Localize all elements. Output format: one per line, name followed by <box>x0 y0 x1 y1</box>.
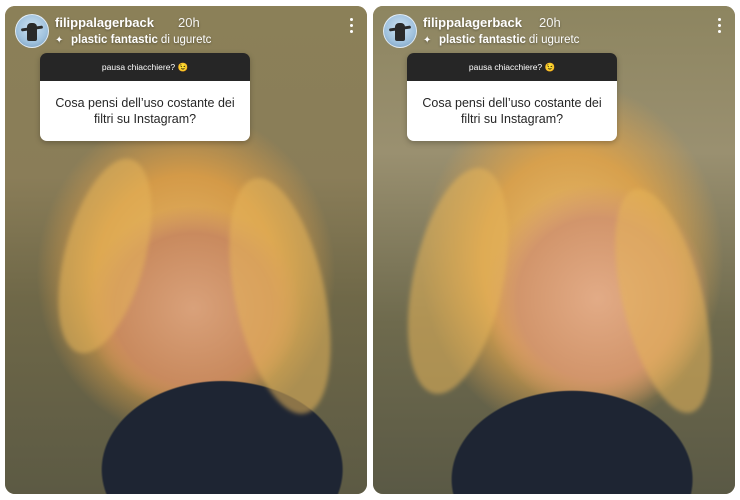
question-sticker[interactable]: pausa chiacchiere? 😉 Cosa pensi dell’uso… <box>40 53 250 141</box>
effect-author: di uguretc <box>528 34 580 46</box>
question-sticker-text: Cosa pensi dell’uso costante dei filtri … <box>407 81 617 141</box>
effect-name: plastic fantastic <box>71 34 158 46</box>
more-vertical-icon[interactable] <box>713 16 725 36</box>
post-time: 20h <box>539 15 561 30</box>
post-time: 20h <box>178 15 200 30</box>
username[interactable]: filippalagerback <box>423 15 522 30</box>
question-sticker-text: Cosa pensi dell’uso costante dei filtri … <box>40 81 250 141</box>
story-comparison: filippalagerback 20h ✦ plastic fantastic d… <box>0 0 740 500</box>
question-sticker[interactable]: pausa chiacchiere? 😉 Cosa pensi dell’uso… <box>407 53 617 141</box>
question-sticker-header: pausa chiacchiere? 😉 <box>407 53 617 81</box>
sparkle-icon: ✦ <box>423 35 432 46</box>
effect-attribution[interactable]: ✦ plastic fantastic di uguretc <box>55 34 211 46</box>
story-panel-left: filippalagerback 20h ✦ plastic fantastic d… <box>5 6 367 494</box>
effect-name: plastic fantastic <box>439 34 526 46</box>
username[interactable]: filippalagerback <box>55 15 154 30</box>
effect-attribution[interactable]: ✦ plastic fantastic di uguretc <box>423 34 579 46</box>
more-vertical-icon[interactable] <box>345 16 357 36</box>
avatar[interactable] <box>383 14 417 48</box>
question-sticker-header: pausa chiacchiere? 😉 <box>40 53 250 81</box>
effect-author: di uguretc <box>160 34 212 46</box>
avatar[interactable] <box>15 14 49 48</box>
story-header: filippalagerback 20h ✦ plastic fantastic d… <box>381 12 727 52</box>
story-header: filippalagerback 20h ✦ plastic fantastic d… <box>13 12 359 52</box>
story-panel-right: filippalagerback 20h ✦ plastic fantastic d… <box>373 6 735 494</box>
sparkle-icon: ✦ <box>55 35 64 46</box>
